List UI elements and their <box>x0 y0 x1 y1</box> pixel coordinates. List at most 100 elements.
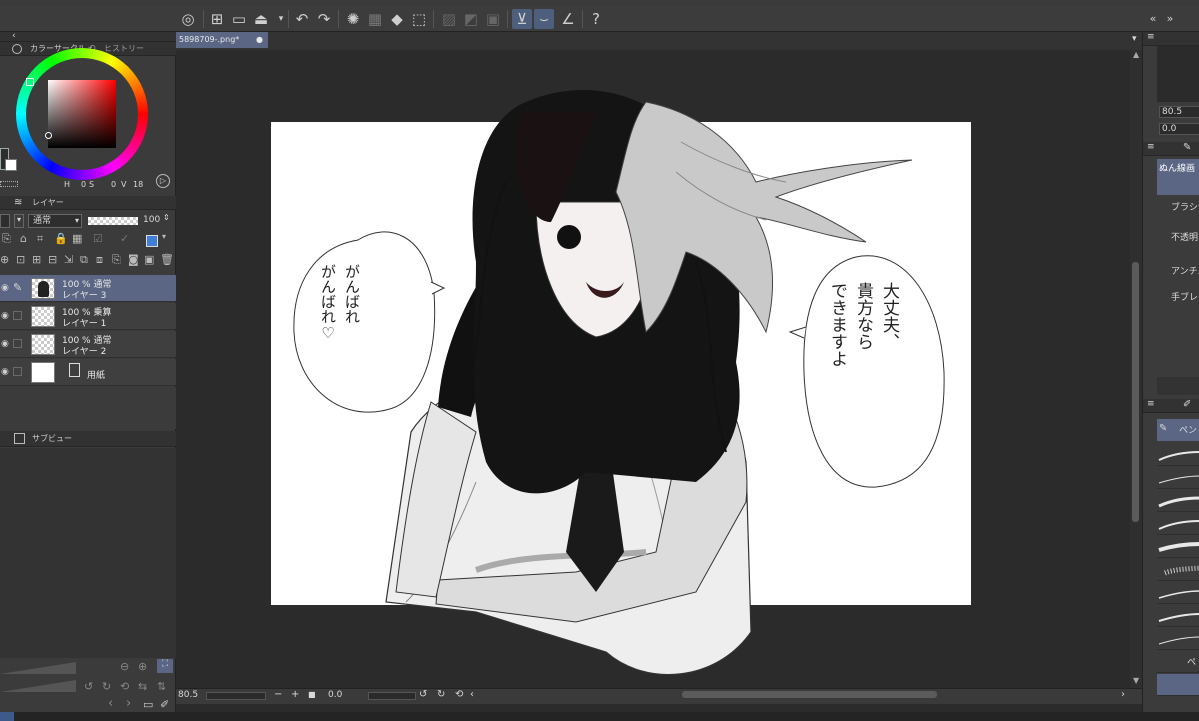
zoom-out-icon[interactable]: ⊖ <box>120 660 129 673</box>
reset-rotation-icon[interactable]: ⟲ <box>455 689 463 700</box>
rotation-readout[interactable]: 0.0 <box>328 690 342 700</box>
save-icon[interactable]: ⏏ <box>251 9 271 29</box>
brush-preset[interactable] <box>1157 628 1199 650</box>
menu-icon[interactable]: ≡ <box>1147 399 1155 409</box>
opacity-value[interactable]: 100 <box>143 215 160 225</box>
eyedropper-icon[interactable]: ✐ <box>160 698 169 711</box>
brush-preset[interactable] <box>1157 444 1199 466</box>
brush-preset[interactable] <box>1157 536 1199 558</box>
scroll-down-icon[interactable]: ▼ <box>1133 676 1139 685</box>
expand-panels-icon[interactable]: » <box>1160 9 1180 29</box>
redo-icon[interactable]: ↷ <box>314 9 334 29</box>
lock-transparency-icon[interactable]: ▦ <box>72 232 82 245</box>
eye-icon[interactable]: ◉ <box>1 367 11 377</box>
fit-icon[interactable]: ⛶ <box>157 659 173 673</box>
task-icon[interactable] <box>0 712 14 721</box>
chevron-right-icon[interactable]: › <box>1121 689 1125 700</box>
chevron-left-icon[interactable]: ‹ <box>108 696 113 711</box>
h-value[interactable]: 0 <box>81 180 86 189</box>
copy-layer-icon[interactable]: ⎘ <box>112 253 121 267</box>
fill-icon[interactable]: ◆ <box>387 9 407 29</box>
eye-icon[interactable]: ◉ <box>1 283 11 293</box>
flip-vertical-icon[interactable]: ⇅ <box>157 680 166 693</box>
layer-lock-box[interactable] <box>13 311 22 320</box>
horizontal-scroll-thumb[interactable] <box>682 691 937 698</box>
navigator-preview[interactable] <box>1157 46 1199 102</box>
eye-icon[interactable]: ◉ <box>1 339 11 349</box>
clear-selection-icon[interactable]: ▨ <box>439 9 459 29</box>
tab-layer[interactable]: レイヤー <box>32 196 64 210</box>
brush-preset[interactable] <box>1157 513 1199 535</box>
folder-icon[interactable]: ▭ <box>143 698 153 711</box>
canvas-workspace[interactable]: ▾ がんばれ がんばれ♡ 大丈夫、 貴方なら できますよ <box>176 32 1142 707</box>
menu-icon[interactable]: ≡ <box>1147 142 1155 152</box>
brush-preset[interactable] <box>1157 559 1199 581</box>
fit-window-icon[interactable]: ■ <box>308 690 316 699</box>
open-folder-icon[interactable]: ▭ <box>229 9 249 29</box>
menu-icon[interactable]: ≡ <box>1147 32 1155 42</box>
reset-rotation-icon[interactable]: ⟲ <box>120 680 129 693</box>
color-picker-handle[interactable] <box>45 132 52 139</box>
close-dot-icon[interactable]: ● <box>256 32 263 48</box>
trash-icon[interactable]: 🗑 <box>160 253 174 266</box>
clip-icon[interactable]: ⎘ <box>2 232 11 246</box>
transfer-down-icon[interactable]: ⇲ <box>64 253 73 266</box>
lock-icon[interactable]: 🔒 <box>54 232 68 245</box>
chevron-down-icon[interactable]: ▾ <box>14 214 24 228</box>
undo-icon[interactable]: ↶ <box>292 9 312 29</box>
hue-handle[interactable] <box>26 78 34 86</box>
rotate-left-icon[interactable]: ↺ <box>419 689 427 700</box>
layer-lock-box[interactable] <box>13 367 22 376</box>
new-folder-icon[interactable]: ⊞ <box>32 253 41 266</box>
hue-ring[interactable] <box>16 48 148 180</box>
snap-grid-icon[interactable]: ∠ <box>558 9 578 29</box>
layer-color-icon[interactable] <box>146 235 158 247</box>
new-raster-layer-icon[interactable]: ⊕ <box>0 253 9 266</box>
apply-mask-icon[interactable]: ▣ <box>144 253 154 266</box>
s-value[interactable]: 0 <box>111 180 116 189</box>
reference-layer-icon[interactable]: ⌂ <box>20 232 27 245</box>
blend-mode-select[interactable]: 通常 ▾ <box>28 214 82 228</box>
navigator-rotation-field[interactable]: 0.0 <box>1159 123 1199 135</box>
scale-icon[interactable]: ⬚ <box>409 9 429 29</box>
merge-down-icon[interactable]: ⧉ <box>80 253 88 267</box>
flip-horizontal-icon[interactable]: ⇆ <box>138 680 147 693</box>
rotate-slider[interactable] <box>0 680 76 692</box>
new-file-icon[interactable]: ⊞ <box>207 9 227 29</box>
create-mask-icon[interactable]: ◙ <box>128 253 139 266</box>
chevron-left-icon[interactable]: ‹ <box>470 689 474 700</box>
help-icon[interactable]: ? <box>586 9 606 29</box>
chevron-left-icon[interactable]: ‹ <box>12 31 16 41</box>
zoom-out-icon[interactable]: − <box>274 689 282 700</box>
tab-subview[interactable]: サブビュー <box>32 432 72 446</box>
layer-row[interactable]: ◉ 100 % 乗算 レイヤー 1 <box>0 303 176 330</box>
brush-preset[interactable] <box>1157 605 1199 627</box>
sub-tool-tab[interactable]: ✎ ペン <box>1157 419 1199 441</box>
zoom-readout[interactable]: 80.5 <box>178 690 198 700</box>
sub-color-swatch[interactable] <box>5 159 17 171</box>
rotation-slider[interactable] <box>368 692 416 700</box>
ruler-enable-icon[interactable]: ✓ <box>120 232 129 245</box>
app-logo-icon[interactable]: ◎ <box>178 9 198 29</box>
invert-selection-icon[interactable]: ◩ <box>461 9 481 29</box>
navigator-zoom-field[interactable]: 80.5 <box>1159 106 1199 118</box>
layer-lock-box[interactable] <box>13 339 22 348</box>
zoom-in-icon[interactable]: + <box>291 689 299 700</box>
opacity-stepper-icon[interactable]: ⇕ <box>163 213 170 222</box>
snap-ruler-icon[interactable]: ⊻ <box>512 9 532 29</box>
brush-preset[interactable] <box>1157 582 1199 604</box>
zoom-slider[interactable] <box>206 692 266 700</box>
document-tab[interactable]: 5898709-.png* ● <box>176 32 268 48</box>
eye-icon[interactable]: ◉ <box>1 311 11 321</box>
combine-icon[interactable]: ⧈ <box>96 253 103 267</box>
select-layer-icon[interactable]: ⌗ <box>37 232 43 246</box>
opacity-slider[interactable] <box>88 217 138 225</box>
new-vector-layer-icon[interactable]: ⊡ <box>16 253 25 266</box>
vertical-scroll-thumb[interactable] <box>1132 262 1139 522</box>
mask-enable-icon[interactable]: ☑ <box>93 232 103 245</box>
layer-row[interactable]: ◉ ✎ 100 % 通常 レイヤー 3 <box>0 275 176 302</box>
layer-row[interactable]: ◉ 100 % 通常 レイヤー 2 <box>0 331 176 358</box>
brush-preset-selected[interactable] <box>1157 674 1199 696</box>
snap-special-ruler-icon[interactable]: ⌣ <box>534 9 554 29</box>
rotate-right-icon[interactable]: ↻ <box>102 680 111 693</box>
